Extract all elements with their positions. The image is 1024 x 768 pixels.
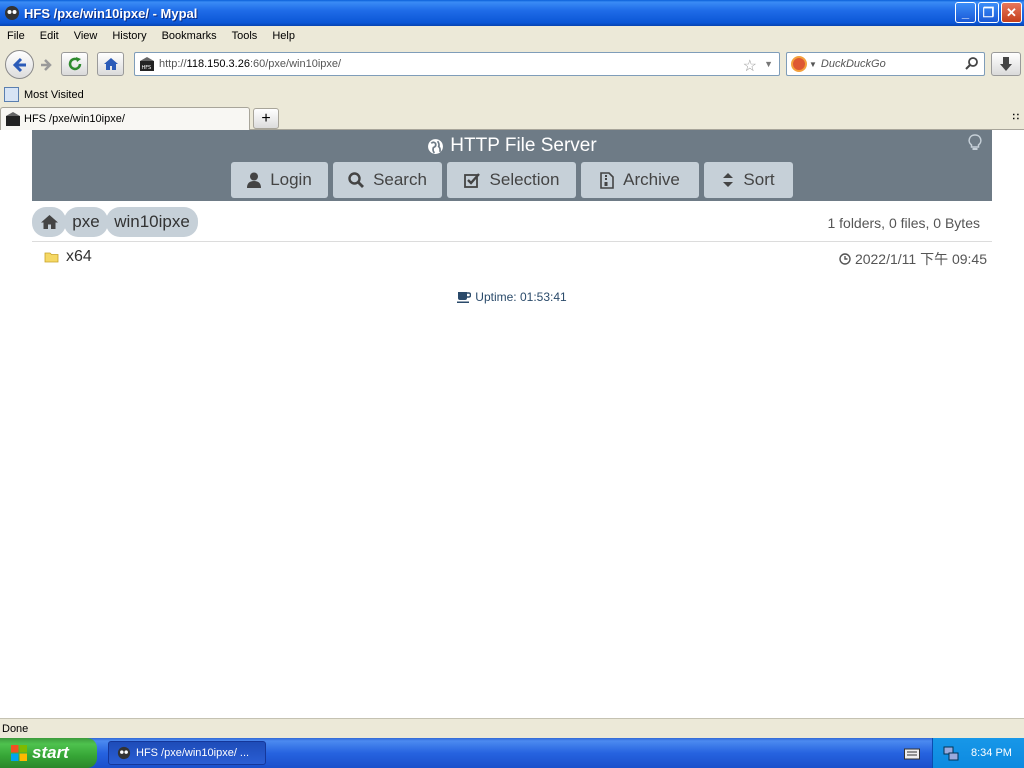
archive-icon: [600, 171, 614, 189]
file-name-link[interactable]: x64: [66, 248, 92, 266]
file-date: 2022/1/11 下午 09:45: [839, 249, 987, 269]
coffee-icon: [457, 292, 472, 303]
hfs-header: HTTP File Server Login Search Selection …: [32, 130, 992, 201]
svg-text:HFS: HFS: [142, 65, 152, 71]
menu-history[interactable]: History: [105, 30, 154, 42]
address-bar[interactable]: HFS http://118.150.3.26:60/pxe/win10ipxe…: [134, 52, 780, 76]
mypal-app-icon: [5, 6, 19, 20]
checkbox-icon: [463, 173, 480, 188]
search-button[interactable]: Search: [333, 162, 442, 198]
plus-icon: +: [261, 109, 271, 127]
taskbar: start HFS /pxe/win10ipxe/ ... 8:34 PM: [0, 738, 1024, 768]
divider: [32, 241, 992, 242]
minimize-button[interactable]: _: [955, 2, 976, 23]
menu-bookmarks[interactable]: Bookmarks: [155, 30, 225, 42]
most-visited-icon: [4, 87, 19, 102]
search-placeholder: DuckDuckGo: [820, 58, 886, 70]
network-icon[interactable]: [943, 745, 959, 761]
bookmarks-toolbar: Most Visited: [0, 84, 1024, 105]
folder-icon: [44, 252, 59, 263]
menu-file[interactable]: File: [0, 30, 33, 42]
breadcrumb: pxe win10ipxe: [32, 207, 198, 237]
mypal-app-icon: [117, 746, 131, 760]
lightbulb-icon[interactable]: [968, 134, 982, 152]
menu-tools[interactable]: Tools: [225, 30, 266, 42]
most-visited-bookmark[interactable]: Most Visited: [24, 89, 84, 101]
arrow-right-icon: [41, 59, 52, 71]
clock[interactable]: 8:34 PM: [971, 747, 1012, 759]
new-tab-button[interactable]: +: [253, 108, 279, 129]
back-button[interactable]: [5, 50, 34, 79]
window-title-bar[interactable]: HFS /pxe/win10ipxe/ - Mypal _ ❐ ✕: [0, 0, 1024, 26]
download-arrow-icon: [1000, 57, 1012, 71]
status-bar: Done: [0, 718, 1024, 738]
status-text: Done: [2, 722, 29, 735]
start-button[interactable]: start: [0, 738, 97, 768]
globe-icon: [428, 138, 444, 154]
menu-bar: File Edit View History Bookmarks Tools H…: [0, 26, 1024, 46]
tab-strip: HFS /pxe/win10ipxe/ + ∷: [0, 105, 1024, 130]
search-box[interactable]: ▼ DuckDuckGo: [786, 52, 985, 76]
menu-view[interactable]: View: [67, 30, 106, 42]
search-engine-dropdown-icon[interactable]: ▼: [809, 60, 817, 69]
search-icon: [348, 172, 365, 188]
reload-button[interactable]: [61, 52, 88, 76]
system-tray: 8:34 PM: [932, 738, 1024, 768]
close-button[interactable]: ✕: [1001, 2, 1022, 23]
tab-hfs[interactable]: HFS /pxe/win10ipxe/: [0, 107, 250, 130]
search-icon[interactable]: [965, 56, 979, 70]
bookmark-star-icon[interactable]: ☆: [743, 56, 757, 76]
uptime-display: Uptime: 01:53:41: [0, 290, 1024, 304]
window-title: HFS /pxe/win10ipxe/ - Mypal: [24, 5, 198, 21]
hfs-title: HTTP File Server: [32, 135, 992, 157]
minimize-icon: _: [961, 5, 970, 20]
taskbar-window-button[interactable]: HFS /pxe/win10ipxe/ ...: [108, 741, 266, 765]
menu-help[interactable]: Help: [265, 30, 303, 42]
sort-button[interactable]: Sort: [704, 162, 793, 198]
file-row[interactable]: x64 2022/1/11 下午 09:45: [32, 244, 992, 272]
close-icon: ✕: [1006, 4, 1017, 20]
keyboard-icon[interactable]: [904, 746, 920, 760]
maximize-button[interactable]: ❐: [978, 2, 999, 23]
home-icon: [40, 215, 58, 229]
url-dropdown-icon[interactable]: ▼: [764, 59, 773, 69]
downloads-button[interactable]: [991, 52, 1021, 76]
navigation-toolbar: HFS http://118.150.3.26:60/pxe/win10ipxe…: [0, 46, 1024, 84]
home-button[interactable]: [97, 52, 124, 76]
selection-button[interactable]: Selection: [447, 162, 576, 198]
breadcrumb-pxe[interactable]: pxe: [64, 207, 108, 237]
clock-icon: [839, 253, 851, 265]
login-button[interactable]: Login: [231, 162, 328, 198]
breadcrumb-home[interactable]: [32, 207, 66, 237]
reload-icon: [68, 57, 81, 71]
duckduckgo-icon[interactable]: [791, 56, 807, 72]
restore-icon: ❐: [982, 4, 995, 20]
menu-edit[interactable]: Edit: [33, 30, 67, 42]
hfs-site-icon: HFS: [140, 57, 154, 71]
archive-button[interactable]: Archive: [581, 162, 699, 198]
breadcrumb-win10ipxe[interactable]: win10ipxe: [106, 207, 198, 237]
home-icon: [103, 58, 118, 70]
sort-icon: [723, 173, 734, 187]
tab-list-icon[interactable]: ∷: [1013, 112, 1019, 123]
user-icon: [247, 172, 262, 188]
forward-button[interactable]: [36, 55, 56, 75]
hfs-tab-icon: [6, 112, 20, 126]
tab-label: HFS /pxe/win10ipxe/: [24, 113, 125, 125]
page-content: HTTP File Server Login Search Selection …: [0, 130, 1024, 718]
arrow-left-icon: [12, 57, 26, 72]
folder-summary: 1 folders, 0 files, 0 Bytes: [827, 215, 980, 231]
windows-logo-icon: [11, 745, 27, 761]
url-text: http://118.150.3.26:60/pxe/win10ipxe/: [159, 58, 342, 70]
